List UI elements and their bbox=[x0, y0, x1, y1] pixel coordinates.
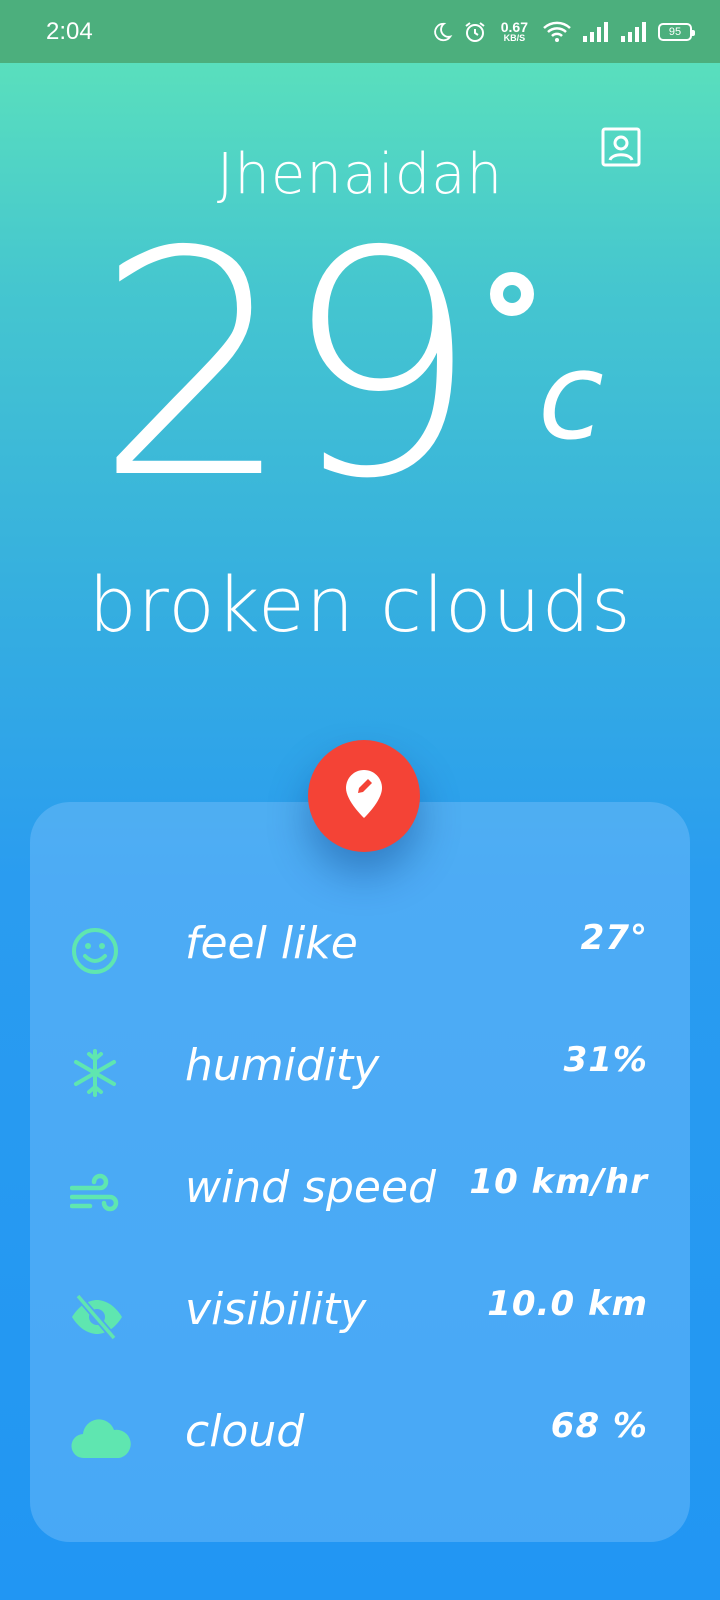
detail-value: 27° bbox=[580, 918, 648, 958]
wind-icon bbox=[70, 1170, 120, 1220]
detail-row-visibility: visibility 10.0 km bbox=[30, 1276, 690, 1356]
detail-value: 31% bbox=[563, 1040, 648, 1080]
detail-label: humidity bbox=[185, 1040, 380, 1091]
signal-icon bbox=[582, 21, 610, 43]
detail-value: 10 km/hr bbox=[469, 1162, 648, 1202]
status-bar: 2:04 0.67 KB/S 95 bbox=[0, 0, 720, 63]
detail-row-wind-speed: wind speed 10 km/hr bbox=[30, 1154, 690, 1234]
battery-level: 95 bbox=[668, 25, 682, 38]
detail-label: cloud bbox=[185, 1406, 305, 1457]
network-speed-value: 0.67 bbox=[500, 19, 528, 35]
battery-icon: 95 bbox=[658, 22, 695, 41]
network-speed: 0.67 KB/S bbox=[501, 20, 528, 43]
wifi-icon bbox=[542, 20, 572, 44]
detail-row-feel-like: feel like 27° bbox=[30, 910, 690, 990]
detail-label: feel like bbox=[185, 918, 358, 969]
detail-row-humidity: humidity 31% bbox=[30, 1032, 690, 1112]
cloud-icon bbox=[70, 1414, 131, 1464]
network-speed-unit: KB/S bbox=[503, 33, 526, 43]
degree-symbol bbox=[490, 272, 534, 316]
signal-icon-2 bbox=[620, 21, 648, 43]
smile-icon bbox=[70, 926, 120, 976]
change-location-button[interactable] bbox=[308, 740, 420, 852]
status-icons: 0.67 KB/S 95 bbox=[431, 20, 695, 44]
detail-label: visibility bbox=[185, 1284, 367, 1335]
detail-label: wind speed bbox=[185, 1162, 436, 1213]
eye-off-icon bbox=[70, 1292, 122, 1342]
detail-value: 68 % bbox=[550, 1406, 648, 1446]
alarm-icon bbox=[463, 20, 487, 44]
temperature-value: 29 bbox=[95, 186, 479, 547]
edit-location-icon bbox=[344, 768, 384, 824]
moon-icon bbox=[431, 21, 453, 43]
snowflake-icon bbox=[70, 1048, 120, 1098]
status-time: 2:04 bbox=[46, 17, 93, 45]
detail-row-cloud: cloud 68 % bbox=[30, 1398, 690, 1478]
detail-value: 10.0 km bbox=[487, 1284, 648, 1324]
weather-description: broken clouds bbox=[88, 560, 632, 649]
temperature-unit: c bbox=[538, 328, 604, 467]
